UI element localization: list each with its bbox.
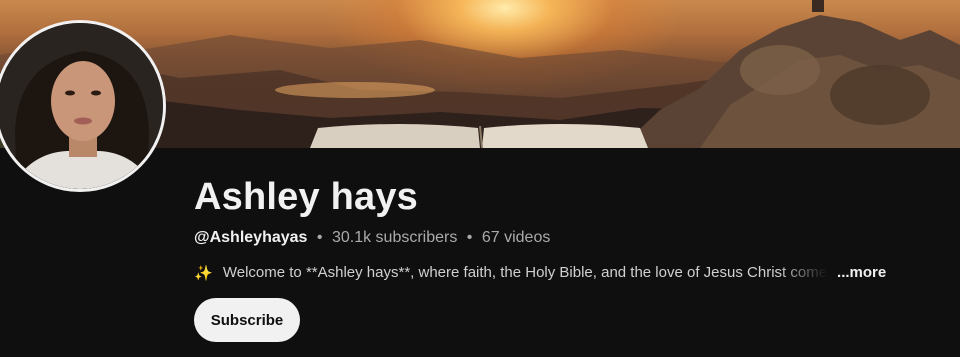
meta-separator: • bbox=[466, 229, 473, 246]
more-link[interactable]: ...more bbox=[837, 264, 886, 281]
channel-name: Ashley hays bbox=[194, 176, 418, 218]
subscriber-count: 30.1k subscribers bbox=[331, 229, 458, 246]
meta-separator: • bbox=[316, 229, 323, 246]
channel-description[interactable]: ✨ Welcome to **Ashley hays**, where fait… bbox=[194, 264, 886, 282]
video-count: 67 videos bbox=[481, 229, 551, 246]
subscribe-button[interactable]: Subscribe bbox=[194, 298, 300, 342]
channel-handle[interactable]: @Ashleyhayas bbox=[194, 229, 307, 246]
channel-meta: @Ashleyhayas • 30.1k subscribers • 67 vi… bbox=[194, 229, 550, 247]
description-text: Welcome to **Ashley hays**, where faith,… bbox=[222, 264, 827, 281]
channel-header bbox=[0, 148, 960, 357]
sparkles-icon: ✨ bbox=[194, 265, 213, 282]
channel-avatar[interactable] bbox=[0, 20, 166, 192]
